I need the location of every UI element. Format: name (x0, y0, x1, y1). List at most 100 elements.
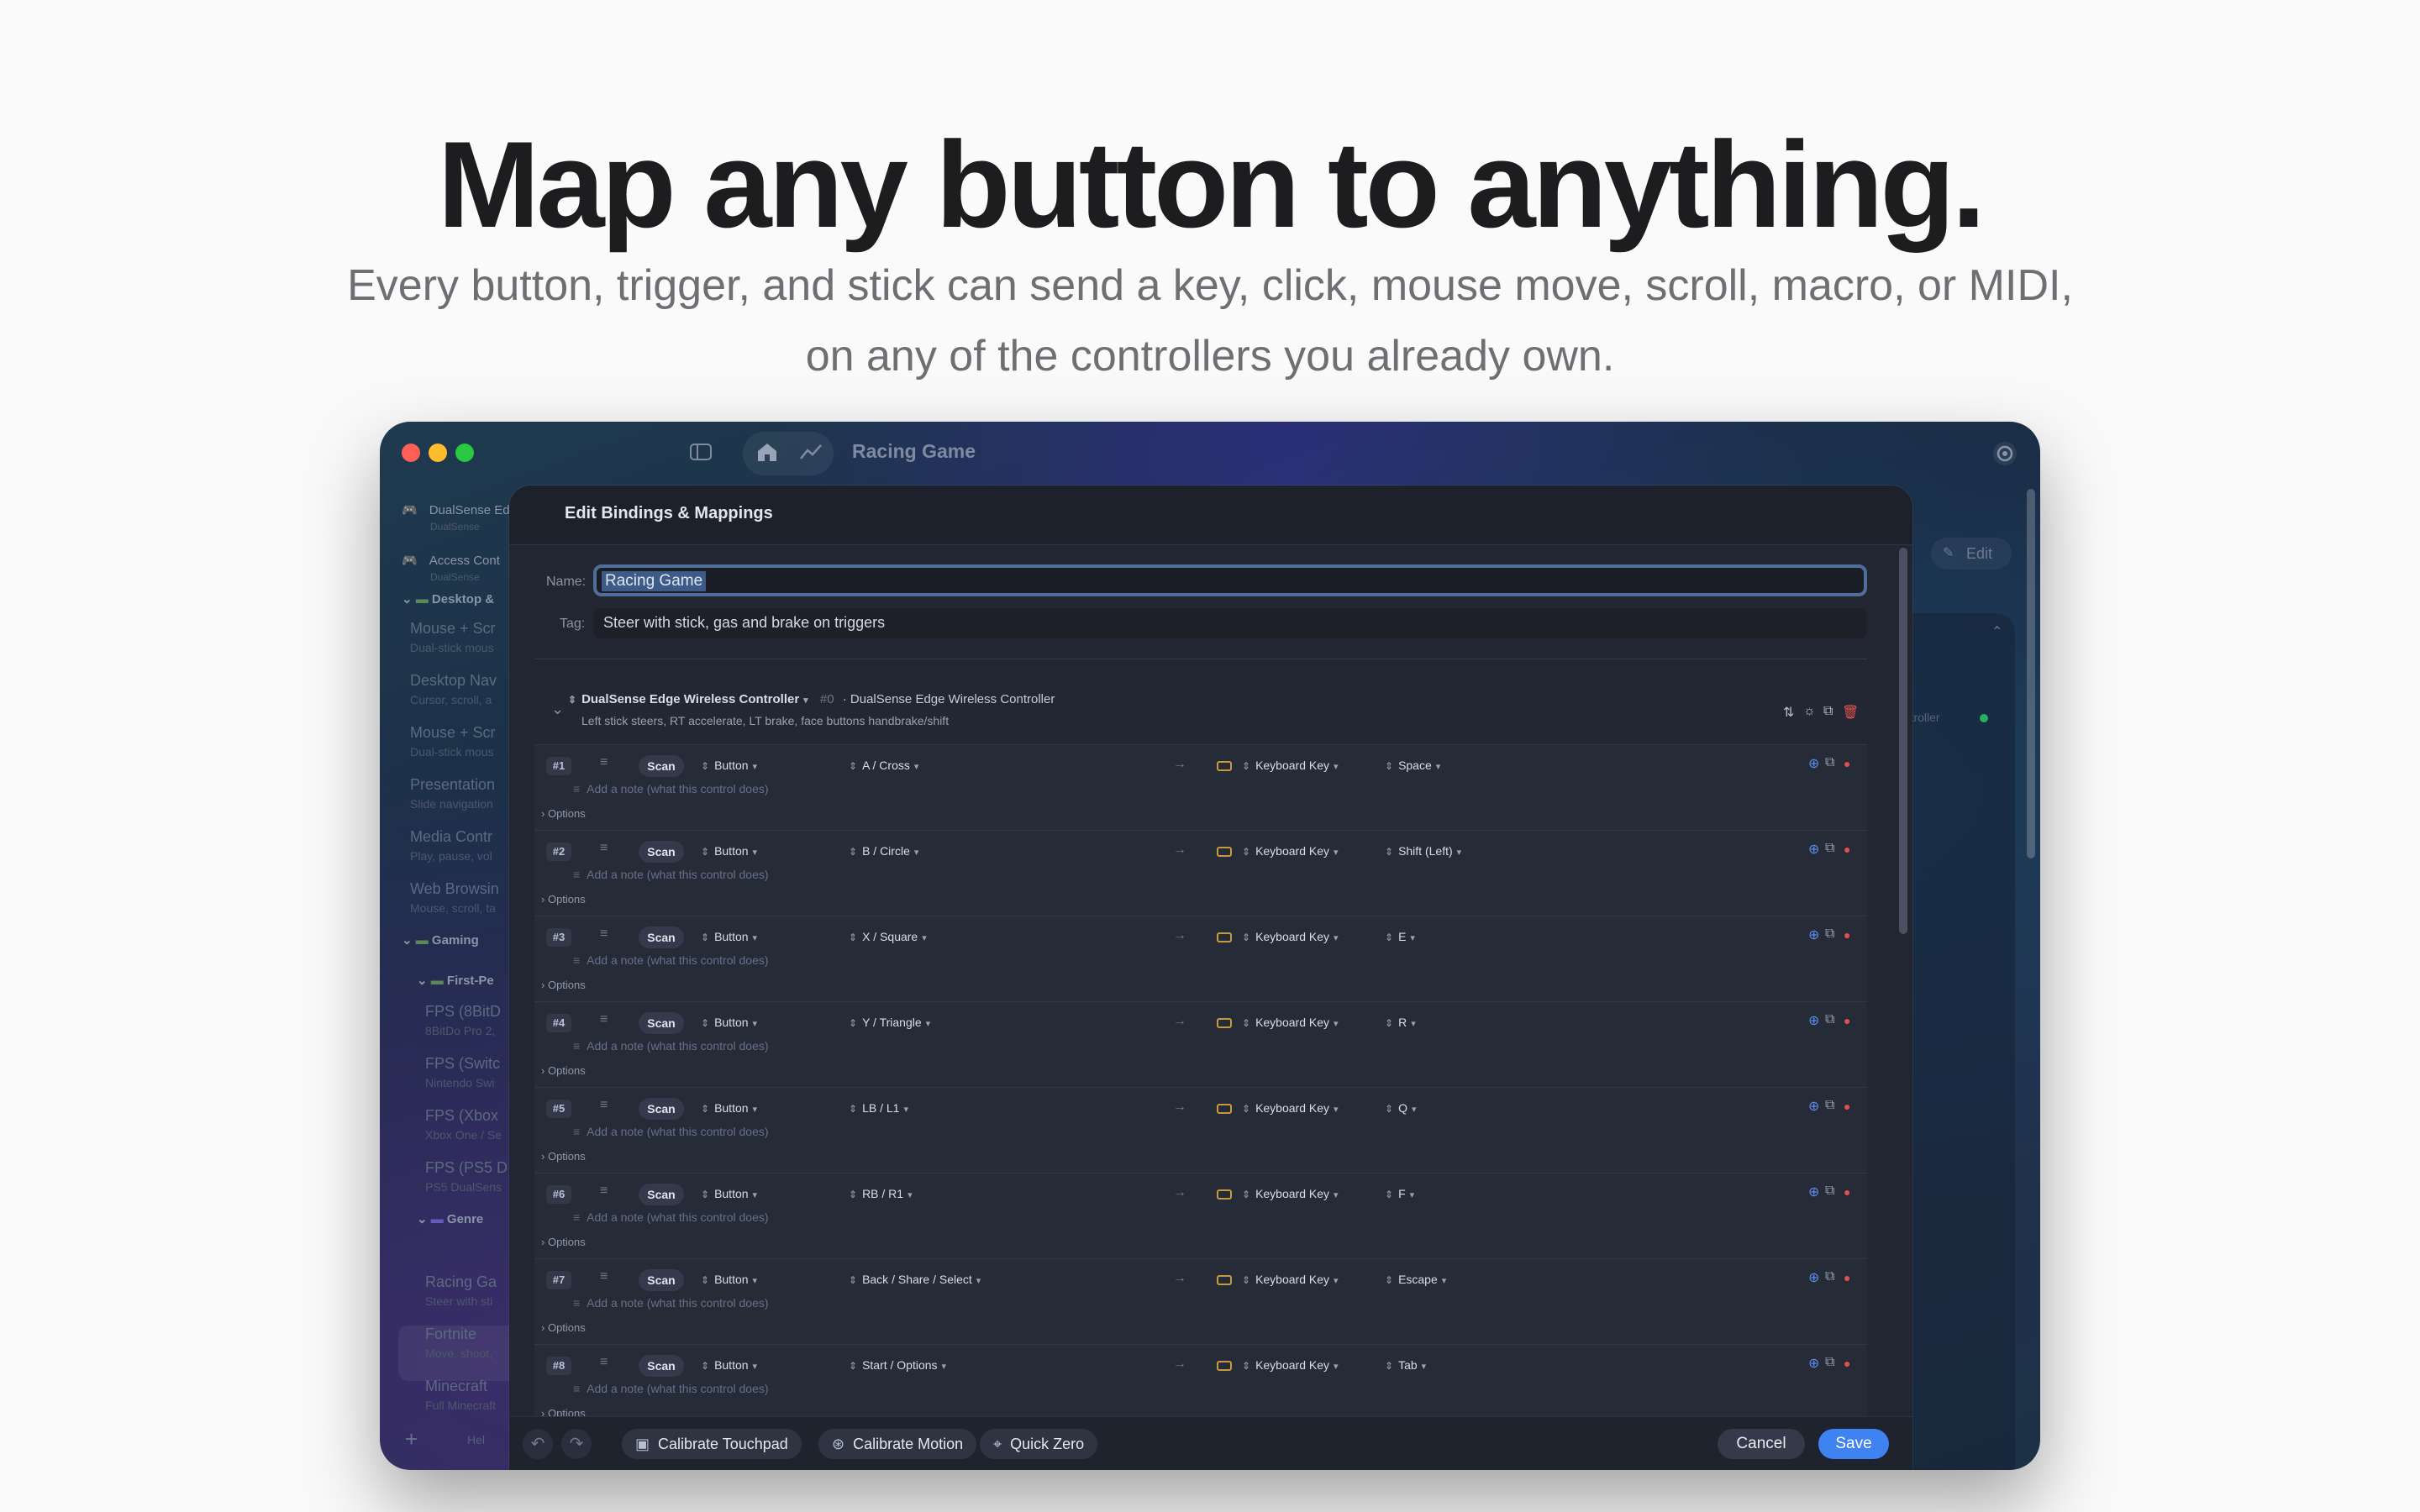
drag-handle-icon[interactable]: ≡ (600, 1098, 608, 1113)
control-select[interactable]: ⇕ Y / Triangle ▾ (849, 1016, 930, 1029)
scan-button[interactable]: Scan (639, 1269, 684, 1291)
key-select[interactable]: ⇕ F ▾ (1385, 1187, 1414, 1200)
drag-handle-icon[interactable]: ≡ (600, 1012, 608, 1027)
key-select[interactable]: ⇕ E ▾ (1385, 930, 1415, 943)
scan-button[interactable]: Scan (639, 841, 684, 863)
action-type-select[interactable]: ⇕ Keyboard Key ▾ (1242, 1273, 1339, 1286)
input-type-select[interactable]: ⇕ Button ▾ (701, 1358, 757, 1372)
undo-icon[interactable]: ↶ (523, 1429, 553, 1459)
sidebar-profile-selected[interactable]: Racing Ga Steer with sti (425, 1273, 523, 1308)
drag-handle-icon[interactable]: ≡ (600, 1269, 608, 1284)
scan-button[interactable]: Scan (639, 755, 684, 777)
sidebar-profile[interactable]: Web Browsin Mouse, scroll, ta (410, 880, 523, 915)
note-field[interactable]: ≡ Add a note (what this control does) (573, 1125, 769, 1138)
key-select[interactable]: ⇕ Escape ▾ (1385, 1273, 1446, 1286)
sort-icon[interactable]: ⇅ (1783, 704, 1794, 721)
chart-icon[interactable] (798, 442, 823, 465)
sidebar-profile[interactable]: Presentation Slide navigation (410, 776, 523, 811)
window-scrollbar[interactable] (2027, 489, 2035, 858)
sidebar-device-2[interactable]: 🎮 Access Cont DualSense (402, 553, 523, 583)
minimize-window-button[interactable] (429, 444, 447, 462)
action-type-select[interactable]: ⇕ Keyboard Key ▾ (1242, 1101, 1339, 1115)
duplicate-icon[interactable]: ⧉ (1825, 755, 1834, 770)
delete-circle-icon[interactable]: ● (1844, 1014, 1850, 1027)
sidebar-profile[interactable]: FPS (Switc Nintendo Swi (425, 1055, 523, 1089)
add-circle-icon[interactable]: ⊕ (1808, 1355, 1819, 1372)
sidebar-profile[interactable]: Mouse + Scr Dual-stick mous (410, 620, 523, 654)
calibrate-motion-button[interactable]: ⊛ Calibrate Motion (818, 1429, 977, 1459)
note-field[interactable]: ≡ Add a note (what this control does) (573, 1210, 769, 1224)
action-type-select[interactable]: ⇕ Keyboard Key ▾ (1242, 844, 1339, 858)
chevron-down-icon[interactable]: ⌄ (551, 701, 564, 718)
duplicate-icon[interactable]: ⧉ (1825, 1098, 1834, 1113)
options-disclosure[interactable]: › Options (541, 1150, 586, 1163)
action-type-select[interactable]: ⇕ Keyboard Key ▾ (1242, 1187, 1339, 1200)
settings-gear-icon[interactable] (1991, 440, 2018, 470)
sidebar-profile[interactable]: Fortnite Move, shoot, (425, 1326, 523, 1360)
add-circle-icon[interactable]: ⊕ (1808, 1269, 1819, 1286)
sidebar-profile[interactable]: Desktop Nav Cursor, scroll, a (410, 672, 523, 706)
input-type-select[interactable]: ⇕ Button ▾ (701, 759, 757, 772)
help-label[interactable]: Hel (467, 1433, 485, 1446)
drag-handle-icon[interactable]: ≡ (600, 1184, 608, 1199)
save-button[interactable]: Save (1818, 1429, 1889, 1459)
edit-button[interactable]: ✎ Edit (1931, 538, 2012, 570)
delete-circle-icon[interactable]: ● (1844, 757, 1850, 770)
control-select[interactable]: ⇕ B / Circle ▾ (849, 844, 918, 858)
delete-circle-icon[interactable]: ● (1844, 843, 1850, 856)
options-disclosure[interactable]: › Options (541, 979, 586, 991)
zoom-window-button[interactable] (455, 444, 474, 462)
input-type-select[interactable]: ⇕ Button ▾ (701, 930, 757, 943)
input-type-select[interactable]: ⇕ Button ▾ (701, 1016, 757, 1029)
control-select[interactable]: ⇕ X / Square ▾ (849, 930, 927, 943)
input-type-select[interactable]: ⇕ Button ▾ (701, 1101, 757, 1115)
copy-icon[interactable]: ⧉ (1823, 704, 1833, 719)
input-type-select[interactable]: ⇕ Button ▾ (701, 844, 757, 858)
scan-button[interactable]: Scan (639, 1184, 684, 1205)
redo-icon[interactable]: ↷ (561, 1429, 592, 1459)
delete-circle-icon[interactable]: ● (1844, 928, 1850, 942)
sidebar-profile[interactable]: Minecraft Full Minecraft (425, 1378, 523, 1412)
sidebar-toggle-icon[interactable] (689, 442, 713, 465)
input-type-select[interactable]: ⇕ Button ▾ (701, 1187, 757, 1200)
delete-circle-icon[interactable]: ● (1844, 1357, 1850, 1370)
delete-circle-icon[interactable]: ● (1844, 1271, 1850, 1284)
action-type-select[interactable]: ⇕ Keyboard Key ▾ (1242, 1358, 1339, 1372)
scan-button[interactable]: Scan (639, 1012, 684, 1034)
duplicate-icon[interactable]: ⧉ (1825, 1012, 1834, 1027)
key-select[interactable]: ⇕ Shift (Left) ▾ (1385, 844, 1461, 858)
scan-button[interactable]: Scan (639, 1355, 684, 1377)
trash-icon[interactable]: 🗑 (1842, 704, 1859, 721)
sidebar-profile[interactable]: FPS (PS5 D PS5 DualSens (425, 1159, 523, 1194)
sidebar-profile[interactable]: FPS (Xbox Xbox One / Se (425, 1107, 523, 1142)
drag-handle-icon[interactable]: ≡ (600, 841, 608, 856)
scan-button[interactable]: Scan (639, 927, 684, 948)
key-select[interactable]: ⇕ Tab ▾ (1385, 1358, 1426, 1372)
note-field[interactable]: ≡ Add a note (what this control does) (573, 1382, 769, 1395)
action-type-select[interactable]: ⇕ Keyboard Key ▾ (1242, 759, 1339, 772)
home-icon[interactable] (755, 440, 780, 467)
duplicate-icon[interactable]: ⧉ (1825, 1184, 1834, 1199)
sidebar-folder-gaming[interactable]: ⌄ ▬ Gaming (402, 932, 523, 948)
name-input[interactable]: Racing Game (593, 564, 1867, 596)
control-select[interactable]: ⇕ Back / Share / Select ▾ (849, 1273, 981, 1286)
key-select[interactable]: ⇕ R ▾ (1385, 1016, 1416, 1029)
options-disclosure[interactable]: › Options (541, 807, 586, 820)
note-field[interactable]: ≡ Add a note (what this control does) (573, 953, 769, 967)
key-select[interactable]: ⇕ Q ▾ (1385, 1101, 1416, 1115)
duplicate-icon[interactable]: ⧉ (1825, 1269, 1834, 1284)
sidebar-device-1[interactable]: 🎮 DualSense Ed DualSense (402, 502, 523, 533)
add-circle-icon[interactable]: ⊕ (1808, 841, 1819, 858)
scan-button[interactable]: Scan (639, 1098, 684, 1120)
sidebar-folder-first-person[interactable]: ⌄ ▬ First-Pe (417, 973, 523, 988)
sidebar-folder-desktop[interactable]: ⌄ ▬ Desktop & (402, 591, 523, 606)
key-select[interactable]: ⇕ Space ▾ (1385, 759, 1440, 772)
add-circle-icon[interactable]: ⊕ (1808, 927, 1819, 943)
input-type-select[interactable]: ⇕ Button ▾ (701, 1273, 757, 1286)
sidebar-profile[interactable]: Media Contr Play, pause, vol (410, 828, 523, 863)
duplicate-icon[interactable]: ⧉ (1825, 841, 1834, 856)
note-field[interactable]: ≡ Add a note (what this control does) (573, 868, 769, 881)
sidebar-profile[interactable]: FPS (8BitD 8BitDo Pro 2, (425, 1003, 523, 1037)
calibrate-touchpad-button[interactable]: ▣ Calibrate Touchpad (622, 1429, 802, 1459)
options-disclosure[interactable]: › Options (541, 1321, 586, 1334)
